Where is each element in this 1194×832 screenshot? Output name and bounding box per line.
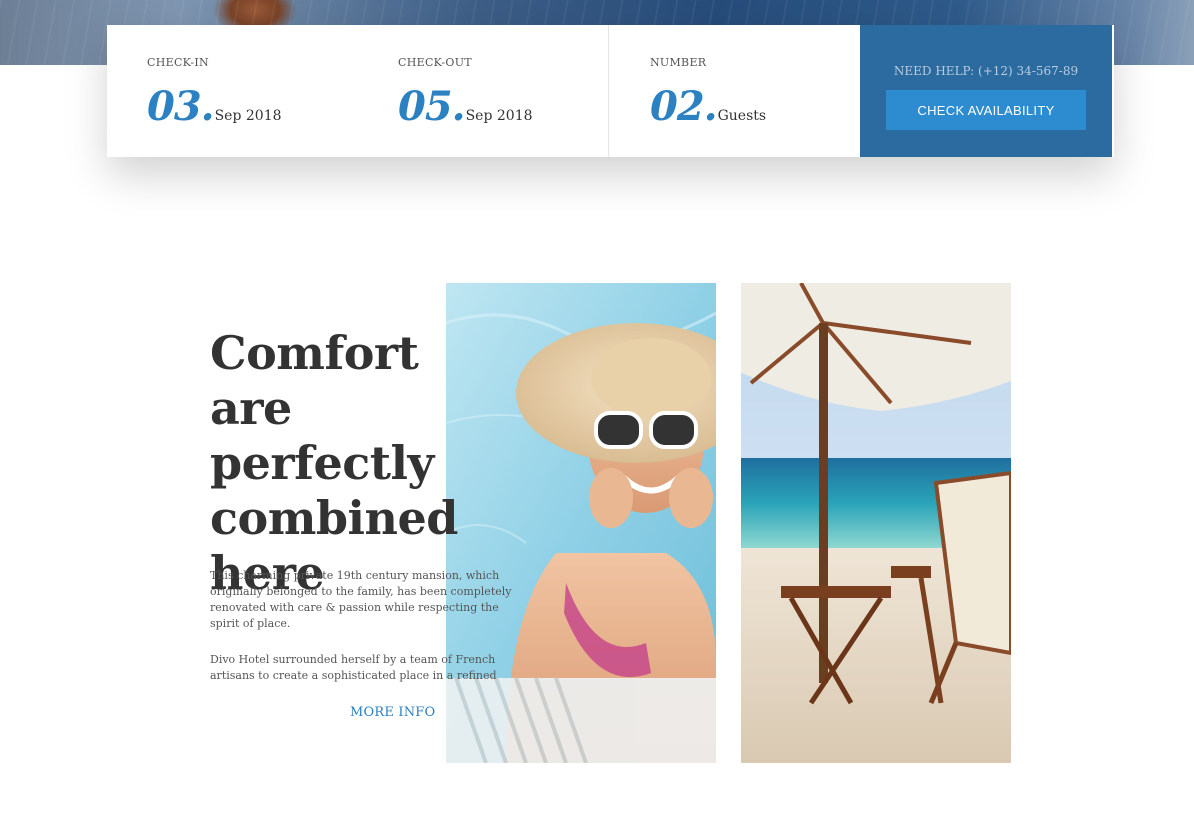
booking-bar: CHECK-IN 03. Sep 2018 CHECK-OUT 05. Sep …	[107, 25, 1114, 157]
checkout-day: 05.	[398, 83, 466, 130]
checkin-value: 03. Sep 2018	[147, 83, 282, 130]
about-paragraph-2: Divo Hotel surrounded herself by a team …	[210, 653, 497, 682]
about-paragraph-1: This charming private 19th century mansi…	[210, 569, 512, 630]
checkin-label: CHECK-IN	[147, 56, 209, 69]
checkin-field[interactable]: CHECK-IN 03. Sep 2018	[107, 25, 358, 157]
checkin-month: Sep 2018	[214, 108, 282, 124]
section-heading: Comfort are perfectly combined here	[210, 326, 458, 600]
guests-field[interactable]: NUMBER 02. Guests	[609, 25, 860, 157]
help-panel: NEED HELP: (+12) 34-567-89 CHECK AVAILAB…	[860, 25, 1112, 157]
checkout-month: Sep 2018	[465, 108, 533, 124]
help-phone-text: NEED HELP: (+12) 34-567-89	[893, 64, 1079, 78]
checkin-day: 03.	[147, 83, 215, 130]
beach-umbrella-image	[741, 283, 1011, 763]
check-availability-button[interactable]: CHECK AVAILABILITY	[886, 90, 1086, 130]
more-info-link[interactable]: MORE INFO	[350, 705, 435, 720]
guests-label: NUMBER	[650, 56, 707, 69]
photo-beach-umbrella	[741, 283, 1011, 763]
guests-suffix: Guests	[717, 108, 767, 124]
checkout-label: CHECK-OUT	[398, 56, 472, 69]
guests-count: 02.	[650, 83, 718, 130]
guests-value: 02. Guests	[650, 83, 766, 130]
checkout-field[interactable]: CHECK-OUT 05. Sep 2018	[358, 25, 609, 157]
checkout-value: 05. Sep 2018	[398, 83, 533, 130]
